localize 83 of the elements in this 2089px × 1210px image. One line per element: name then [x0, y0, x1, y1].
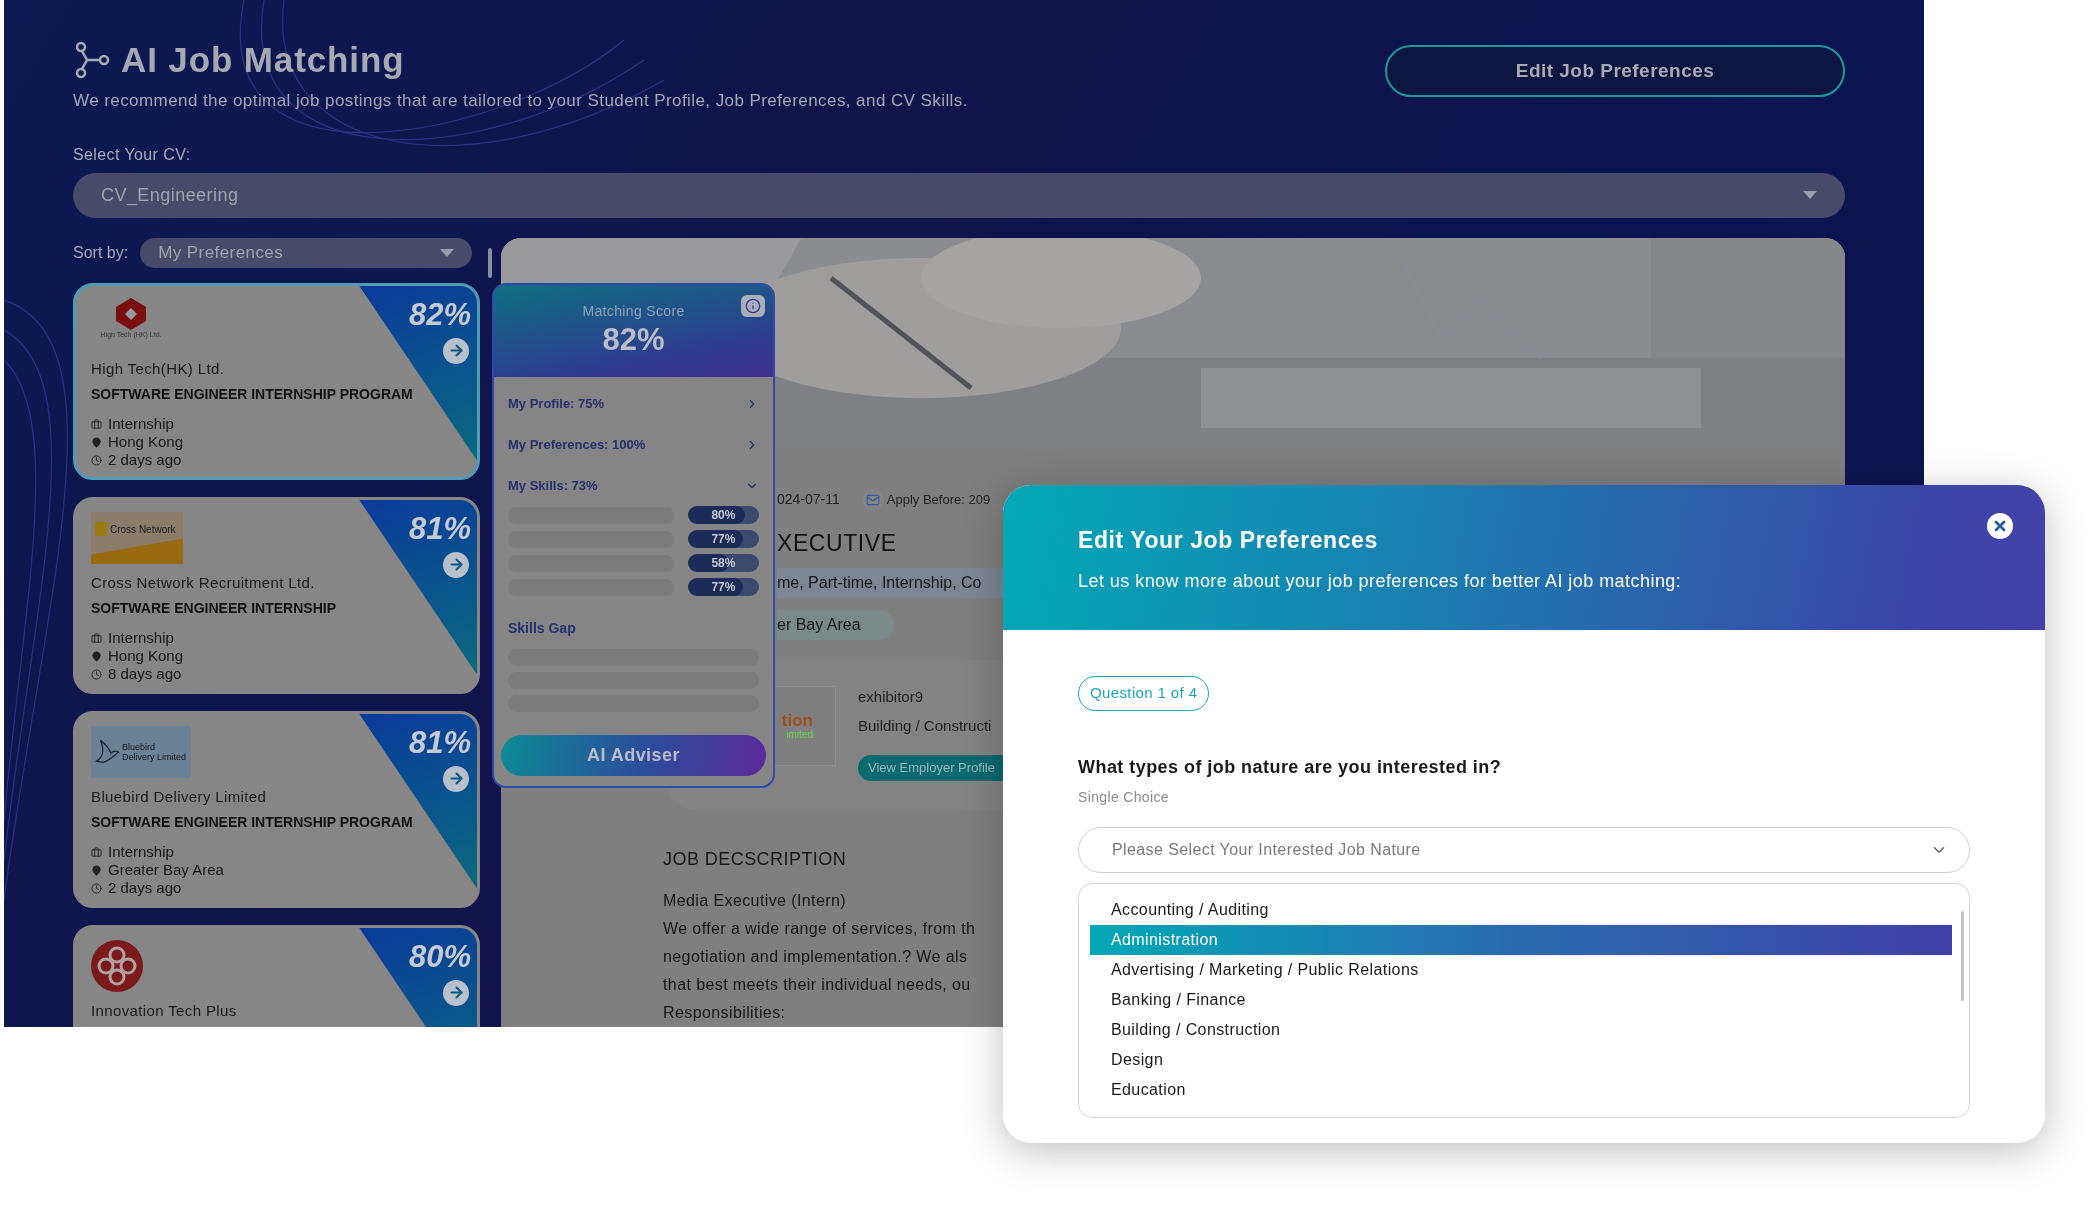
- job-title: SOFTWARE ENGINEER INTERNSHIP: [91, 599, 338, 618]
- employer-name: exhibitor9: [858, 687, 925, 707]
- company-logo: Bluebird Delivery Limited: [91, 725, 191, 778]
- description-line: We offer a wide range of services, from th: [663, 919, 976, 939]
- skill-score: 77%: [710, 531, 737, 548]
- score-value: 82%: [602, 322, 665, 358]
- cv-select-label: Select Your CV:: [73, 144, 192, 165]
- close-button[interactable]: [1987, 513, 2013, 539]
- description-line: Responsibilities:: [663, 1003, 786, 1023]
- description-heading: JOB DECSCRIPTION: [663, 848, 847, 871]
- scrollbar-thumb[interactable]: [1961, 911, 1964, 1001]
- match-score: 81%: [408, 509, 471, 548]
- score-label: Matching Score: [582, 302, 685, 321]
- briefcase-icon: [91, 418, 102, 430]
- option-item[interactable]: Accounting / Auditing: [1090, 895, 1952, 925]
- cv-select[interactable]: CV_Engineering: [73, 172, 1845, 218]
- apply-before-date: Apply Before: 209: [886, 490, 991, 509]
- company-name: Innovation Tech Plus: [91, 1000, 238, 1021]
- employer-industry: Building / Constructi: [858, 715, 993, 736]
- mail-icon: [861, 488, 884, 511]
- company-logo: [91, 939, 143, 992]
- posted-time: 2 days ago: [108, 450, 182, 470]
- option-item[interactable]: Education: [1090, 1075, 1952, 1105]
- location-pin-icon: [91, 650, 102, 662]
- job-title: XECUTIVE: [777, 528, 897, 558]
- score-breakdown-row[interactable]: My Preferences: 100%: [508, 424, 759, 465]
- briefcase-icon: [91, 846, 102, 858]
- sort-select[interactable]: My Preferences: [140, 237, 473, 268]
- question-text: What types of job nature are you interested in?: [1078, 756, 1503, 779]
- skills-gap-heading: Skills Gap: [508, 619, 577, 638]
- option-item[interactable]: Banking / Finance: [1090, 985, 1952, 1015]
- location-tag: er Bay Area: [777, 610, 894, 640]
- job-location: Greater Bay Area: [108, 860, 224, 880]
- job-type: Internship: [108, 413, 174, 434]
- skill-score: 58%: [710, 555, 737, 572]
- view-employer-profile-button[interactable]: View Employer Profile: [858, 755, 1005, 781]
- score-breakdown-row[interactable]: My Profile: 75%: [508, 383, 759, 424]
- close-icon: [1992, 518, 2008, 534]
- sort-label: Sort by:: [73, 242, 129, 263]
- match-score: 80%: [408, 937, 471, 976]
- option-item[interactable]: Advertising / Marketing / Public Relations: [1090, 955, 1952, 985]
- job-nature-select[interactable]: Please Select Your Interested Job Nature: [1078, 827, 1970, 873]
- job-location: Hong Kong: [108, 432, 184, 452]
- clock-icon: [91, 454, 102, 466]
- match-score: 81%: [408, 723, 471, 762]
- clock-icon: [91, 668, 102, 680]
- job-type: Internship: [108, 841, 174, 862]
- ai-adviser-button[interactable]: AI Adviser: [501, 735, 766, 776]
- page-subtitle: We recommend the optimal job postings that are tailored to your Student Profile, Job Preferences, and CV Skills.: [73, 90, 968, 112]
- modal-title: Edit Your Job Preferences: [1078, 526, 1378, 555]
- job-title: SOFTWARE ENGINEER INTERNSHIP PROGRAM: [91, 813, 414, 832]
- info-icon[interactable]: [741, 295, 765, 317]
- job-location: Hong Kong: [108, 646, 184, 666]
- description-line: that best meets their individual needs, ou: [663, 975, 971, 995]
- company-logo: Cross Network: [91, 511, 183, 564]
- clock-icon: [91, 882, 102, 894]
- score-breakdown-row[interactable]: My Skills: 73%: [508, 465, 759, 506]
- question-hint: Single Choice: [1078, 788, 1170, 807]
- modal-subtitle: Let us know more about your job preferences for better AI job matching:: [1078, 569, 1682, 593]
- network-nodes-icon: [73, 41, 111, 79]
- edit-job-preferences-button[interactable]: Edit Job Preferences: [1385, 45, 1845, 97]
- caret-icon: [440, 248, 455, 257]
- posted-date: 024-07-11: [777, 490, 840, 509]
- skill-score: 80%: [710, 507, 737, 524]
- posted-time: 2 days ago: [108, 878, 182, 898]
- company-name: High Tech(HK) Ltd.: [91, 358, 226, 379]
- job-type: Internship: [108, 627, 174, 648]
- location-pin-icon: [91, 864, 102, 876]
- company-name: Cross Network Recruitment Ltd.: [91, 572, 316, 593]
- option-item[interactable]: Design: [1090, 1045, 1952, 1075]
- option-item[interactable]: Administration: [1090, 925, 1952, 955]
- description-line: negotiation and implementation.? We als: [663, 947, 968, 967]
- location-pin-icon: [91, 436, 102, 448]
- description-line: Media Executive (Intern): [663, 891, 846, 911]
- posted-time: 8 days ago: [108, 664, 182, 684]
- company-name: Bluebird Delivery Limited: [91, 786, 268, 807]
- briefcase-icon: [91, 632, 102, 644]
- match-score: 82%: [408, 295, 471, 334]
- option-item[interactable]: Building / Construction: [1090, 1015, 1952, 1045]
- caret-icon: [1803, 191, 1817, 199]
- page-title: AI Job Matching: [121, 38, 405, 81]
- skill-score: 77%: [710, 579, 737, 596]
- job-title: SOFTWARE ENGINEER INTERNSHIP PROGRAM: [91, 385, 414, 404]
